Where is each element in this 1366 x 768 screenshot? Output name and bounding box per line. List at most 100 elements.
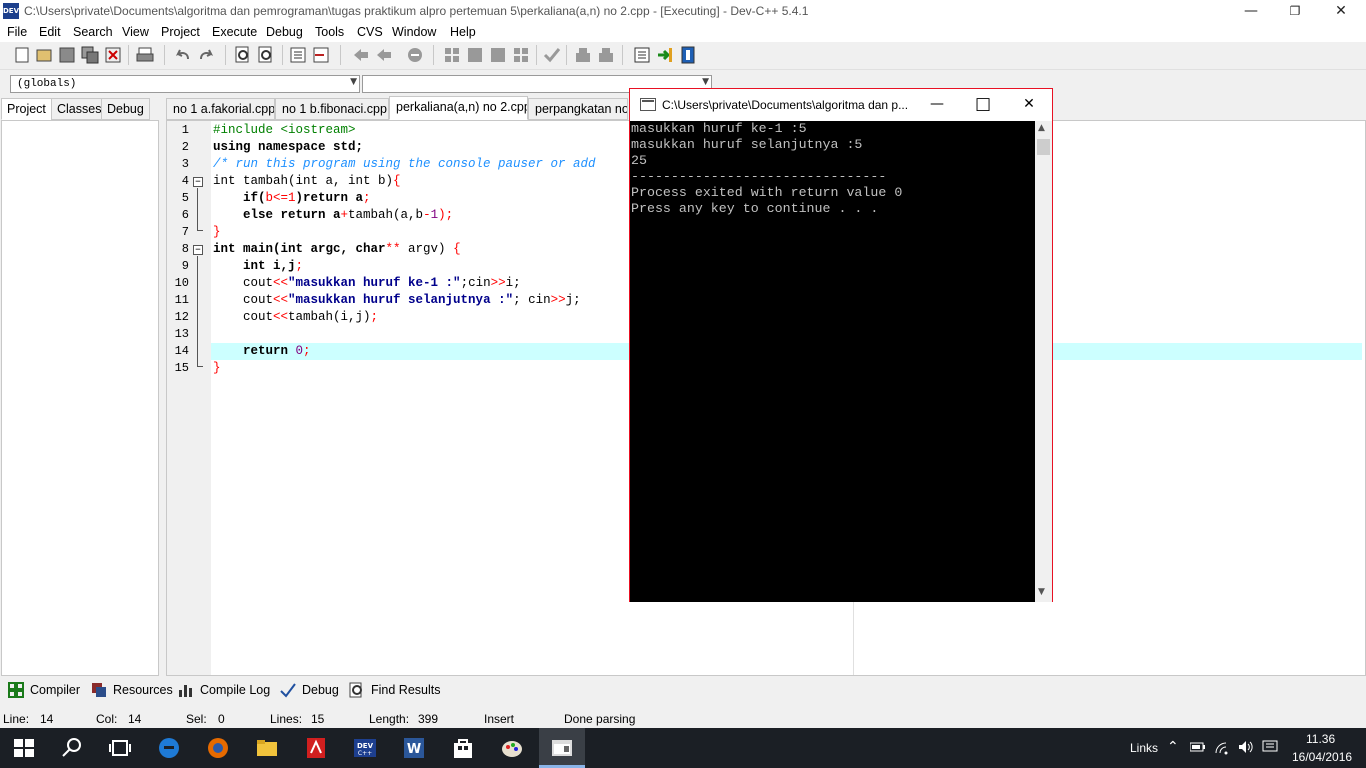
tab-compiler[interactable]: Compiler — [30, 683, 80, 697]
menu-help[interactable]: Help — [450, 25, 476, 39]
menu-execute[interactable]: Execute — [212, 25, 257, 39]
code-line: using namespace std; — [213, 140, 364, 154]
scrollbar-thumb[interactable] — [1037, 139, 1050, 155]
tab-debug-output[interactable]: Debug — [302, 683, 339, 697]
syntax-check-icon[interactable] — [543, 46, 561, 64]
unindent-icon[interactable] — [312, 46, 330, 64]
task-view-icon[interactable] — [108, 736, 132, 760]
word-icon[interactable]: W — [402, 736, 426, 760]
code-token: 0 — [295, 344, 304, 358]
console-line: 25 — [631, 153, 647, 168]
console-title-bar[interactable]: C:\Users\private\Documents\algoritma dan… — [630, 89, 1052, 120]
scroll-down-icon[interactable]: ▼ — [1038, 587, 1045, 597]
volume-icon[interactable] — [1238, 740, 1254, 754]
windows-start-icon[interactable] — [12, 736, 36, 760]
code-token: "masukkan huruf ke-1 :" — [288, 276, 461, 290]
menu-file[interactable]: File — [7, 25, 27, 39]
svg-text:W: W — [407, 742, 421, 757]
rebuild-all-icon[interactable] — [512, 46, 530, 64]
menu-search[interactable]: Search — [73, 25, 113, 39]
code-token: )return a — [295, 191, 364, 205]
project-tree[interactable] — [1, 120, 159, 676]
tab-debug[interactable]: Debug — [101, 98, 150, 120]
profile-icon[interactable] — [597, 46, 615, 64]
goto-right-icon[interactable] — [375, 46, 393, 64]
tab-fibonaci[interactable]: no 1 b.fibonaci.cpp — [275, 98, 389, 120]
search-icon[interactable] — [60, 736, 84, 760]
file-explorer-icon[interactable] — [255, 736, 279, 760]
console-window[interactable]: C:\Users\private\Documents\algoritma dan… — [629, 88, 1053, 602]
goto-next-icon[interactable] — [656, 46, 674, 64]
menu-tools[interactable]: Tools — [315, 25, 344, 39]
new-file-icon[interactable] — [13, 46, 31, 64]
menu-debug[interactable]: Debug — [266, 25, 303, 39]
console-app-icon[interactable] — [550, 736, 574, 760]
menu-view[interactable]: View — [122, 25, 149, 39]
paint-icon[interactable] — [500, 736, 524, 760]
scope-combo[interactable]: (globals) ▼ — [10, 75, 360, 93]
run-icon[interactable] — [466, 46, 484, 64]
menu-project[interactable]: Project — [161, 25, 200, 39]
compile-run-icon[interactable] — [489, 46, 507, 64]
tab-classes[interactable]: Classes — [51, 98, 108, 120]
clock-time[interactable]: 11.36 — [1306, 732, 1335, 746]
acrobat-icon[interactable] — [304, 736, 328, 760]
menu-window[interactable]: Window — [392, 25, 436, 39]
clock-date[interactable]: 16/04/2016 — [1292, 750, 1352, 764]
tab-perpangkatan[interactable]: perpangkatan no 3 — [528, 98, 628, 120]
firefox-icon[interactable] — [206, 736, 230, 760]
status-sel-label: Sel: — [186, 712, 207, 726]
console-close-button[interactable]: ✕ — [1006, 89, 1052, 120]
restore-button[interactable]: ❐ — [1272, 0, 1318, 22]
about-icon[interactable] — [679, 46, 697, 64]
code-token: { — [453, 242, 461, 256]
devcpp-icon[interactable]: DEVC++ — [353, 736, 377, 760]
minimize-button[interactable]: — — [1228, 0, 1274, 22]
toolbar-separator — [566, 45, 567, 65]
links-toolbar[interactable]: Links — [1130, 741, 1158, 755]
scroll-up-icon[interactable]: ▲ — [1038, 123, 1045, 133]
console-maximize-button[interactable]: □ — [960, 89, 1006, 120]
debug-icon[interactable] — [574, 46, 592, 64]
console-minimize-button[interactable]: — — [914, 89, 960, 120]
redo-icon[interactable] — [197, 46, 215, 64]
tab-resources[interactable]: Resources — [113, 683, 173, 697]
fold-line — [197, 366, 203, 367]
open-file-icon[interactable] — [35, 46, 53, 64]
line-number: 2 — [181, 140, 189, 154]
tab-fakorial[interactable]: no 1 a.fakorial.cpp — [166, 98, 275, 120]
print-icon[interactable] — [136, 46, 154, 64]
undo-icon[interactable] — [174, 46, 192, 64]
store-icon[interactable] — [451, 736, 475, 760]
edge-icon[interactable] — [157, 736, 181, 760]
toggle-bookmark-icon[interactable] — [406, 46, 424, 64]
console-scrollbar[interactable]: ▲ ▼ — [1035, 121, 1052, 602]
code-token: ; cin — [513, 293, 551, 307]
replace-icon[interactable] — [257, 46, 275, 64]
wifi-icon[interactable] — [1214, 739, 1232, 755]
save-all-icon[interactable] — [81, 46, 99, 64]
new-window-icon[interactable] — [633, 46, 651, 64]
fold-toggle-icon[interactable]: − — [193, 177, 203, 187]
chevron-up-icon[interactable]: ⌃ — [1167, 739, 1179, 755]
tab-perkaliana[interactable]: perkaliana(a,n) no 2.cpp — [389, 96, 528, 120]
battery-icon[interactable] — [1190, 741, 1206, 753]
fold-toggle-icon[interactable]: − — [193, 245, 203, 255]
tab-find-results[interactable]: Find Results — [371, 683, 440, 697]
console-output[interactable]: masukkan huruf ke-1 :5 masukkan huruf se… — [630, 121, 1035, 602]
svg-text:C++: C++ — [358, 750, 372, 757]
code-token: int main(int argc, char — [213, 242, 386, 256]
goto-left-icon[interactable] — [352, 46, 370, 64]
close-file-icon[interactable] — [104, 46, 122, 64]
compile-icon[interactable] — [443, 46, 461, 64]
close-button[interactable]: ✕ — [1318, 0, 1364, 22]
tab-project[interactable]: Project — [1, 98, 52, 120]
notifications-icon[interactable] — [1262, 740, 1278, 754]
indent-icon[interactable] — [289, 46, 307, 64]
find-icon[interactable] — [234, 46, 252, 64]
save-icon[interactable] — [58, 46, 76, 64]
code-line: cout<<"masukkan huruf selanjutnya :"; ci… — [213, 292, 581, 309]
tab-compile-log[interactable]: Compile Log — [200, 683, 270, 697]
menu-cvs[interactable]: CVS — [357, 25, 383, 39]
menu-edit[interactable]: Edit — [39, 25, 61, 39]
